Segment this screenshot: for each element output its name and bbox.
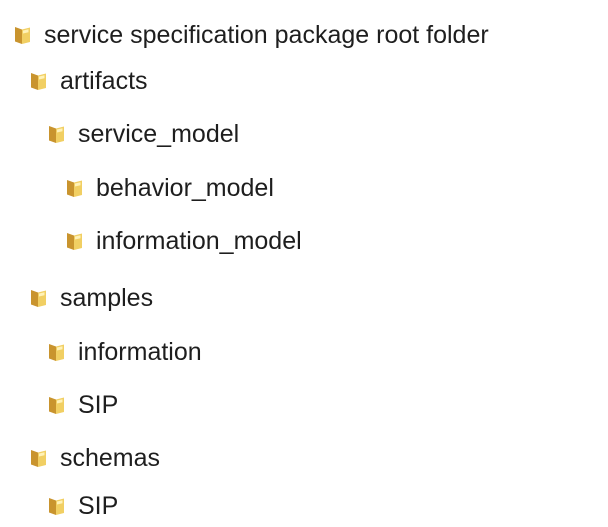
tree-node-root[interactable]: service specification package root folde… [12,15,489,55]
folder-icon [46,123,68,145]
folder-icon [46,495,68,517]
folder-tree: service specification package root folde… [0,0,608,527]
tree-node-label: SIP [78,492,119,520]
tree-node-schemas[interactable]: schemas [28,438,160,478]
tree-node-label: service_model [78,120,240,148]
tree-node-label: behavior_model [96,174,274,202]
tree-node-label: SIP [78,391,119,419]
tree-node-service-model[interactable]: service_model [46,114,239,154]
tree-node-artifacts[interactable]: artifacts [28,61,148,101]
tree-node-label: information [78,338,202,366]
folder-icon [28,447,50,469]
folder-icon [46,341,68,363]
tree-node-information[interactable]: information [46,332,202,372]
tree-node-label: artifacts [60,67,148,95]
folder-icon [12,24,34,46]
tree-node-behavior-model[interactable]: behavior_model [64,168,274,208]
tree-node-information-model[interactable]: information_model [64,221,302,261]
tree-node-samples[interactable]: samples [28,278,153,318]
tree-node-label: information_model [96,227,302,255]
folder-icon [28,70,50,92]
folder-icon [64,230,86,252]
tree-node-label: service specification package root folde… [44,21,489,49]
tree-node-samples-sip[interactable]: SIP [46,385,118,425]
folder-icon [28,287,50,309]
folder-icon [46,394,68,416]
tree-node-label: schemas [60,444,161,472]
tree-node-label: samples [60,284,154,312]
tree-node-schemas-sip[interactable]: SIP [46,486,118,526]
folder-icon [64,177,86,199]
